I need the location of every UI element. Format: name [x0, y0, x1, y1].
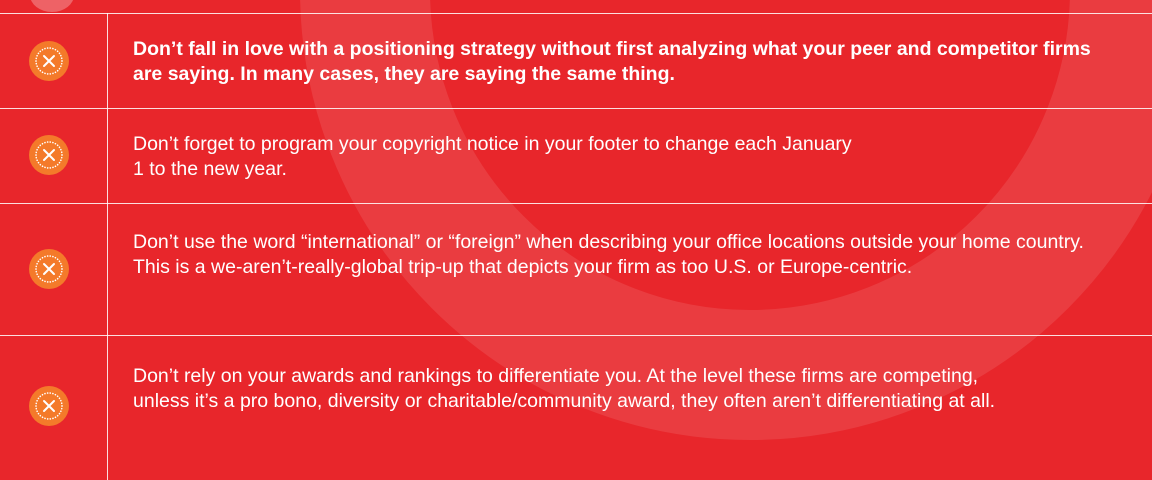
x-circle-icon — [29, 386, 69, 426]
list-item: Don’t rely on your awards and rankings t… — [0, 336, 1152, 480]
list-item-text: Don’t use the word “international” or “f… — [133, 231, 1084, 278]
list-item: Don’t forget to program your copyright n… — [0, 109, 1152, 204]
list-item-text: Don’t rely on your awards and rankings t… — [133, 365, 996, 412]
icon-column-divider — [107, 13, 108, 480]
x-circle-icon — [29, 135, 69, 175]
list-item-text: Don’t forget to program your copyright n… — [133, 133, 852, 180]
donts-list: Don’t fall in love with a positioning st… — [0, 0, 1152, 480]
x-circle-icon — [29, 41, 69, 81]
list-item: Don’t fall in love with a positioning st… — [0, 14, 1152, 109]
x-circle-icon — [29, 249, 69, 289]
list-item: Don’t use the word “international” or “f… — [0, 204, 1152, 336]
list-item-text: Don’t fall in love with a positioning st… — [133, 38, 1091, 85]
